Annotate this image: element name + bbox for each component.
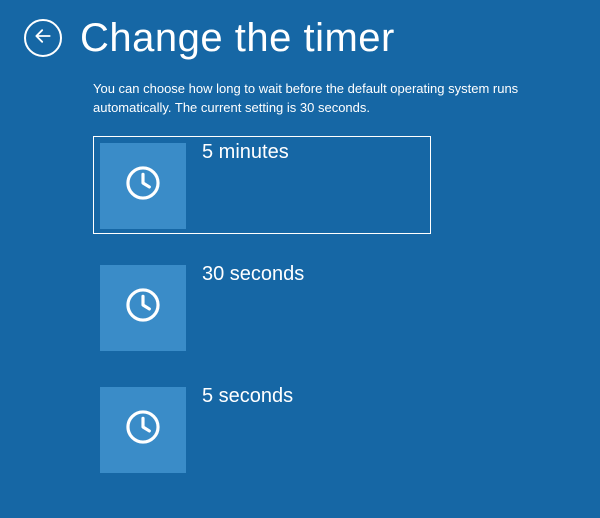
page-description: You can choose how long to wait before t…	[0, 68, 570, 118]
option-tile	[100, 387, 186, 473]
page-title: Change the timer	[80, 18, 395, 58]
clock-icon	[124, 286, 162, 329]
timer-option-30-seconds[interactable]: 30 seconds	[93, 258, 431, 356]
clock-icon	[124, 408, 162, 451]
header: Change the timer	[0, 0, 600, 68]
option-tile	[100, 143, 186, 229]
option-label: 30 seconds	[202, 259, 304, 286]
timer-option-5-seconds[interactable]: 5 seconds	[93, 380, 431, 478]
timer-option-5-minutes[interactable]: 5 minutes	[93, 136, 431, 234]
back-arrow-icon	[33, 26, 53, 51]
back-button[interactable]	[24, 19, 62, 57]
option-label: 5 seconds	[202, 381, 293, 408]
option-label: 5 minutes	[202, 137, 289, 164]
option-tile	[100, 265, 186, 351]
clock-icon	[124, 164, 162, 207]
options-list: 5 minutes 30 seconds 5 seconds	[0, 118, 600, 478]
